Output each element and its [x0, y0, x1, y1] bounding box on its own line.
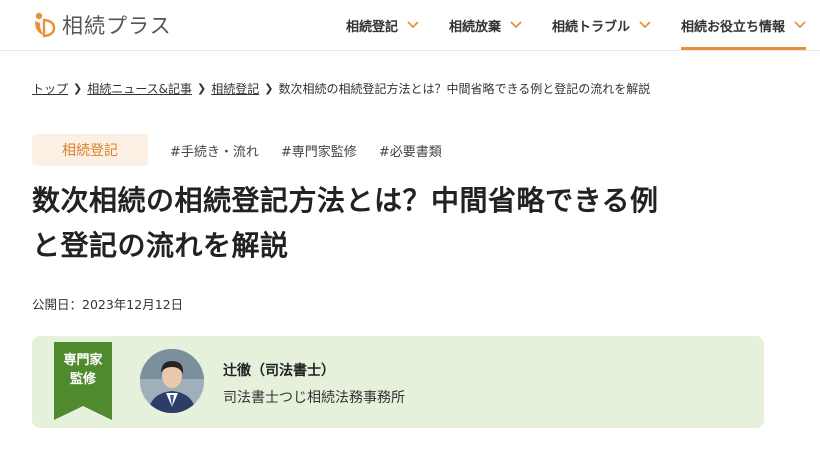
main-nav: 相続登記 相続放棄 相続トラブル 相続お役立ち情報	[316, 0, 807, 50]
nav-item-label: 相続お役立ち情報	[680, 19, 785, 35]
supervisor-ribbon: 専門家 監修	[54, 342, 112, 420]
logo-icon	[35, 12, 56, 38]
chevron-right-icon: ❯	[73, 82, 83, 95]
supervisor-office: 司法書士つじ相続法務事務所	[223, 390, 405, 406]
tag-link[interactable]: #専門家監修	[281, 141, 357, 160]
category-badge[interactable]: 相続登記	[32, 134, 148, 166]
supervisor-name: 辻徹（司法書士）	[223, 363, 335, 379]
nav-item-label: 相続登記	[345, 19, 398, 35]
nav-item-inheritance-renunciation[interactable]: 相続放棄	[449, 0, 522, 50]
article-tags: 相続登記 #手続き・流れ #専門家監修 #必要書類	[32, 134, 442, 166]
chevron-down-icon	[407, 21, 419, 29]
ribbon-text: 専門家	[63, 353, 103, 368]
tag-link[interactable]: #必要書類	[379, 141, 442, 160]
page-title-line: と登記の流れを解説	[32, 229, 289, 262]
logo-text: 相続プラス	[62, 14, 172, 38]
nav-item-useful-info[interactable]: 相続お役立ち情報	[680, 0, 807, 50]
nav-item-label: 相続放棄	[448, 19, 501, 35]
page-title-line: 数次相続の相続登記方法とは？中間省略できる例	[32, 184, 659, 217]
breadcrumb-link-top[interactable]: トップ	[32, 80, 68, 97]
nav-item-inheritance-registration[interactable]: 相続登記	[346, 0, 419, 50]
site-logo[interactable]: 相続プラス	[32, 10, 172, 40]
chevron-right-icon: ❯	[264, 82, 274, 95]
chevron-down-icon	[510, 21, 522, 29]
breadcrumb-link-news[interactable]: 相続ニュース&記事	[87, 80, 192, 97]
chevron-down-icon	[794, 21, 806, 29]
chevron-right-icon: ❯	[197, 82, 207, 95]
person-photo-icon	[140, 349, 204, 413]
nav-item-inheritance-trouble[interactable]: 相続トラブル	[552, 0, 651, 50]
breadcrumb-link-category[interactable]: 相続登記	[211, 80, 259, 97]
supervisor-box: 専門家 監修 辻徹（司法書士） 司法書士つじ相続法務事務所	[32, 336, 764, 428]
site-header: 相続プラス 相続登記 相続放棄 相続トラブル 相続お役立ち情報	[0, 0, 820, 51]
breadcrumb-current: 数次相続の相続登記方法とは？中間省略できる例と登記の流れを解説	[278, 82, 651, 96]
ribbon-text: 監修	[69, 372, 96, 387]
avatar	[140, 349, 204, 413]
publish-date: 公開日：2023年12月12日	[32, 297, 184, 312]
chevron-down-icon	[639, 21, 651, 29]
nav-item-label: 相続トラブル	[551, 19, 630, 35]
breadcrumb: トップ ❯ 相続ニュース&記事 ❯ 相続登記 ❯ 数次相続の相続登記方法とは？中…	[32, 80, 650, 97]
page-title: 数次相続の相続登記方法とは？中間省略できる例 と登記の流れを解説	[32, 178, 772, 268]
tag-link[interactable]: #手続き・流れ	[170, 141, 259, 160]
